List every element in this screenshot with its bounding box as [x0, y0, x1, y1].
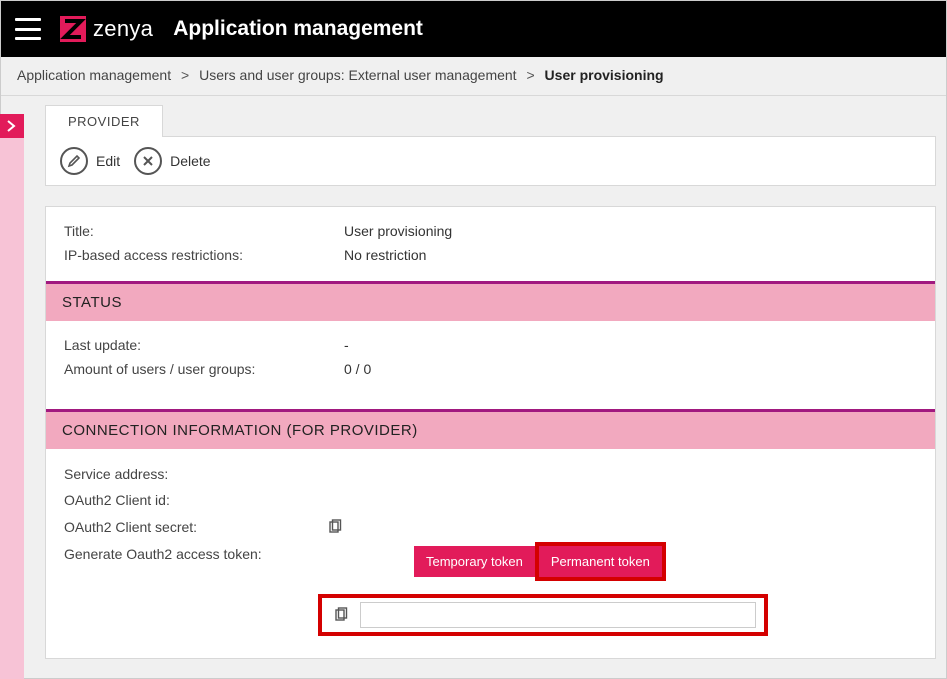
page-title: Application management [173, 17, 423, 41]
last-update-value: - [344, 337, 917, 353]
user-count-value: 0 / 0 [344, 361, 917, 377]
breadcrumb-current: User provisioning [545, 67, 664, 83]
temporary-token-button[interactable]: Temporary token [414, 546, 535, 577]
ip-restriction-row: IP-based access restrictions: No restric… [64, 243, 917, 267]
edit-button[interactable]: Edit [60, 147, 120, 175]
brand-name: zenya [93, 16, 153, 42]
breadcrumb: Application management > Users and user … [1, 57, 946, 96]
delete-button[interactable]: Delete [134, 147, 210, 175]
client-secret-row: OAuth2 Client secret: [64, 513, 917, 541]
connection-header: CONNECTION INFORMATION (FOR PROVIDER) [46, 412, 935, 449]
topbar: zenya Application management [1, 1, 946, 57]
breadcrumb-item[interactable]: Application management [17, 67, 171, 83]
ip-restriction-label: IP-based access restrictions: [64, 247, 344, 263]
hamburger-menu-icon[interactable] [15, 18, 41, 40]
client-id-row: OAuth2 Client id: [64, 487, 917, 513]
breadcrumb-sep: > [526, 67, 534, 83]
pencil-icon [60, 147, 88, 175]
generate-token-label: Generate Oauth2 access token: [64, 546, 324, 562]
title-label: Title: [64, 223, 344, 239]
expand-sidebar-button[interactable] [0, 114, 24, 138]
token-output-field[interactable] [360, 602, 756, 628]
permanent-token-button[interactable]: Permanent token [539, 546, 662, 577]
user-count-label: Amount of users / user groups: [64, 361, 344, 377]
brand-logo-icon [59, 15, 87, 43]
copy-icon[interactable] [326, 518, 344, 536]
service-address-row: Service address: [64, 461, 917, 487]
last-update-row: Last update: - [64, 333, 917, 357]
ip-restriction-value: No restriction [344, 247, 917, 263]
sidebar-collapsed-strip [0, 138, 24, 679]
user-count-row: Amount of users / user groups: 0 / 0 [64, 357, 917, 381]
main-content: PROVIDER Edit Delete Title: User provisi… [39, 96, 946, 669]
breadcrumb-sep: > [181, 67, 189, 83]
details-panel: Title: User provisioning IP-based access… [45, 206, 936, 659]
breadcrumb-item[interactable]: Users and user groups: External user man… [199, 67, 517, 83]
tab-provider[interactable]: PROVIDER [45, 105, 163, 137]
toolbar: Edit Delete [45, 136, 936, 186]
generate-token-row: Generate Oauth2 access token: Temporary … [64, 541, 917, 582]
delete-label: Delete [170, 153, 210, 169]
title-value: User provisioning [344, 223, 917, 239]
service-address-label: Service address: [64, 466, 324, 482]
edit-label: Edit [96, 153, 120, 169]
x-icon [134, 147, 162, 175]
client-id-label: OAuth2 Client id: [64, 492, 324, 508]
token-buttons: Temporary token Permanent token [414, 546, 662, 577]
token-output-highlight [318, 594, 768, 636]
tab-row: PROVIDER [45, 104, 936, 136]
copy-icon[interactable] [332, 606, 350, 624]
client-secret-label: OAuth2 Client secret: [64, 519, 324, 535]
last-update-label: Last update: [64, 337, 344, 353]
status-header: STATUS [46, 284, 935, 321]
title-row: Title: User provisioning [64, 219, 917, 243]
